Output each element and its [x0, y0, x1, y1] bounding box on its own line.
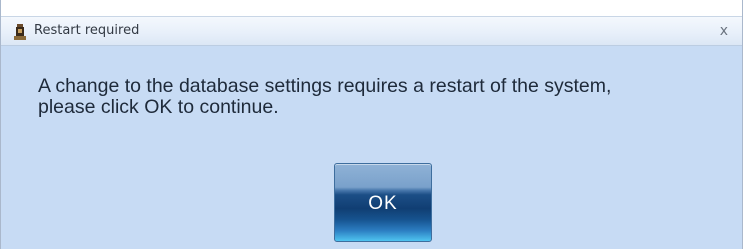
message-line-2: please click OK to continue. [38, 96, 279, 118]
app-icon [13, 24, 27, 40]
title-bar[interactable]: Restart required x [1, 16, 742, 46]
ok-button-label: OK [368, 193, 398, 214]
message-line-1: A change to the database settings requir… [38, 75, 612, 97]
ok-button[interactable]: OK [334, 163, 432, 242]
top-strip [1, 0, 742, 16]
close-icon[interactable]: x [720, 23, 728, 39]
restart-dialog: Restart required x A change to the datab… [0, 0, 743, 249]
window-title: Restart required [34, 23, 140, 38]
dialog-message: A change to the database settings requir… [38, 76, 698, 118]
